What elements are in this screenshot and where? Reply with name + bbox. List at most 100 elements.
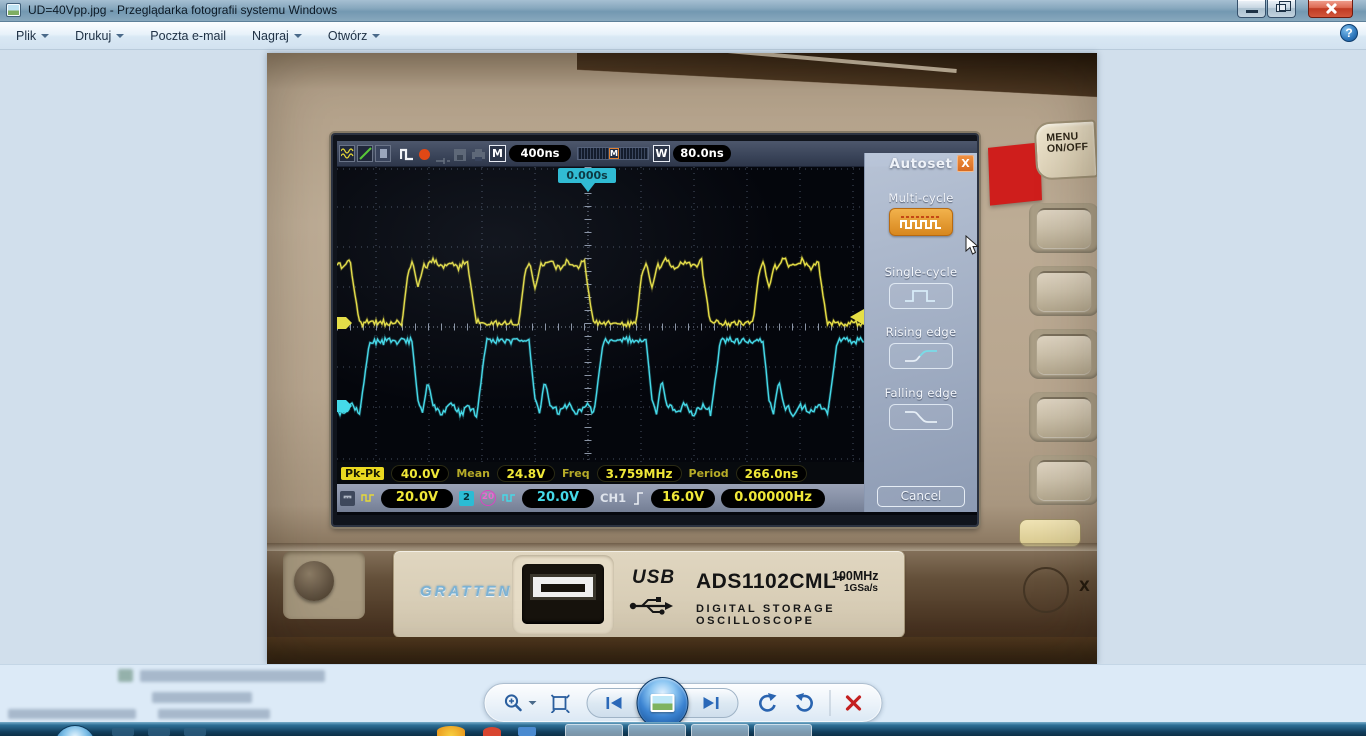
trigger-level: 16.0V bbox=[651, 489, 715, 508]
command-bar: Plik Drukuj Poczta e-mail Nagraj Otwórz … bbox=[0, 22, 1366, 50]
start-button[interactable] bbox=[54, 725, 96, 736]
softkey-button-1 bbox=[1029, 203, 1097, 253]
single-cycle-label: Single-cycle bbox=[865, 265, 977, 279]
menu-plik-label: Plik bbox=[16, 29, 36, 43]
menu-plik[interactable]: Plik bbox=[16, 29, 49, 43]
menu-nagraj-label: Nagraj bbox=[252, 29, 289, 43]
print-icon bbox=[471, 147, 486, 166]
multi-cycle-label: Multi-cycle bbox=[865, 191, 977, 205]
falling-edge-icon bbox=[903, 409, 939, 425]
menu-poczta-label: Poczta e-mail bbox=[150, 29, 226, 43]
window-timebase-value: 80.0ns bbox=[673, 145, 731, 162]
app-icon-red[interactable] bbox=[483, 727, 501, 736]
menu-onoff-button: MENU ON/OFF bbox=[1034, 119, 1097, 180]
chevron-down-icon bbox=[294, 34, 302, 38]
channel-bar: ⎓ 20.0V 2 20 20.0V CH1 16.0V 0.00000Hz bbox=[337, 484, 864, 512]
ch2-number-badge: 2 bbox=[459, 491, 474, 506]
taskbar bbox=[0, 722, 1366, 736]
actual-size-button[interactable] bbox=[550, 693, 570, 713]
rotate-ccw-button[interactable] bbox=[756, 691, 780, 715]
window-timebase-label: W bbox=[653, 145, 670, 162]
sample-rate: 1GSa/s bbox=[844, 583, 879, 594]
menu-drukuj[interactable]: Drukuj bbox=[75, 29, 124, 43]
magnifier-icon bbox=[503, 692, 525, 714]
measure-value: 40.0V bbox=[391, 465, 449, 482]
ch2-scale: 20.0V bbox=[522, 489, 594, 508]
restore-button[interactable] bbox=[1267, 0, 1296, 18]
measure-value: 24.8V bbox=[497, 465, 555, 482]
background-window-text bbox=[152, 692, 252, 703]
measure-value: 266.0ns bbox=[736, 465, 808, 482]
delete-button[interactable] bbox=[844, 693, 864, 713]
pinned-app-icon[interactable] bbox=[148, 728, 170, 736]
horizontal-position-bar: M bbox=[577, 147, 649, 160]
pinned-app-icon[interactable] bbox=[112, 728, 134, 736]
multi-cycle-button bbox=[889, 208, 953, 236]
actual-size-icon bbox=[550, 693, 570, 713]
cursor-mode-icon bbox=[357, 145, 373, 162]
screen: UD=40Vpp.jpg - Przeglądarka fotografii s… bbox=[0, 0, 1366, 736]
zoom-button[interactable] bbox=[503, 692, 537, 714]
taskbar-app-button[interactable] bbox=[754, 724, 812, 736]
close-icon bbox=[1325, 3, 1337, 14]
single-cycle-icon bbox=[903, 288, 939, 304]
usb-trident-icon bbox=[628, 591, 676, 617]
close-button[interactable] bbox=[1308, 0, 1353, 18]
rising-slope-icon bbox=[632, 490, 645, 506]
menu-otworz-label: Otwórz bbox=[328, 29, 368, 43]
autoset-cancel-button: Cancel bbox=[877, 486, 965, 507]
bandwidth: 100MHz bbox=[832, 569, 879, 583]
measure-label: Freq bbox=[562, 467, 590, 480]
falling-edge-label: Falling edge bbox=[865, 386, 977, 400]
rotate-cw-button[interactable] bbox=[793, 691, 817, 715]
waveforms bbox=[337, 167, 864, 462]
power-button bbox=[294, 561, 334, 601]
next-button[interactable] bbox=[683, 688, 739, 718]
firefox-icon[interactable] bbox=[437, 726, 465, 736]
app-icon-blue[interactable] bbox=[518, 727, 536, 736]
power-button-recess bbox=[283, 551, 365, 619]
ch2-probe-badge: 20 bbox=[480, 490, 496, 506]
pinned-app-icon[interactable] bbox=[184, 728, 206, 736]
trigger-pulse-icon bbox=[400, 146, 415, 165]
taskbar-app-button[interactable] bbox=[628, 724, 686, 736]
menu-nagraj[interactable]: Nagraj bbox=[252, 29, 302, 43]
falling-edge-button bbox=[889, 404, 953, 430]
window-title: UD=40Vpp.jpg - Przeglądarka fotografii s… bbox=[28, 3, 337, 17]
previous-button[interactable] bbox=[587, 688, 643, 718]
minimize-button[interactable] bbox=[1237, 0, 1266, 18]
chevron-down-icon bbox=[372, 34, 380, 38]
knob-marking-circle bbox=[1023, 567, 1069, 613]
taskbar-app-button[interactable] bbox=[691, 724, 749, 736]
viewer-canvas: M 400ns M W 80.0ns 0.000s bbox=[0, 50, 1366, 664]
slideshow-icon bbox=[651, 694, 675, 712]
measure-label: Period bbox=[689, 467, 729, 480]
main-timebase-label: M bbox=[489, 145, 506, 162]
scope-screen-bezel: M 400ns M W 80.0ns 0.000s bbox=[331, 133, 979, 527]
model-text: ADS1102CML bbox=[696, 570, 836, 593]
trigger-position-tag: 0.000s bbox=[558, 168, 616, 183]
softkey-button-5 bbox=[1029, 455, 1097, 505]
photo-viewer-toolbar bbox=[484, 683, 883, 723]
measurement-bar: Pk-Pk 40.0V Mean 24.8V Freq 3.759MHz Per… bbox=[337, 462, 864, 484]
rising-edge-label: Rising edge bbox=[865, 325, 977, 339]
menu-poczta-email[interactable]: Poczta e-mail bbox=[150, 29, 226, 43]
red-sticker bbox=[988, 142, 1042, 205]
chevron-down-icon bbox=[529, 701, 537, 705]
viewer-bottom-bar bbox=[0, 664, 1366, 722]
background-window-text bbox=[8, 709, 136, 719]
chevron-down-icon bbox=[41, 34, 49, 38]
usb-label: USB bbox=[632, 567, 675, 589]
autoset-panel: Autoset X Multi-cycle Single-cycle bbox=[864, 153, 977, 512]
ch1-ac-icon bbox=[361, 493, 375, 503]
taskbar-app-button[interactable] bbox=[565, 724, 623, 736]
window-titlebar: UD=40Vpp.jpg - Przeglądarka fotografii s… bbox=[0, 0, 1366, 22]
background-window-icon bbox=[118, 669, 133, 682]
help-button[interactable]: ? bbox=[1340, 24, 1358, 42]
delete-x-icon bbox=[844, 693, 864, 713]
restore-icon bbox=[1276, 4, 1286, 12]
menu-drukuj-label: Drukuj bbox=[75, 29, 111, 43]
usb-port-recess bbox=[512, 555, 614, 634]
main-timebase-value: 400ns bbox=[509, 145, 571, 162]
menu-otworz[interactable]: Otwórz bbox=[328, 29, 381, 43]
